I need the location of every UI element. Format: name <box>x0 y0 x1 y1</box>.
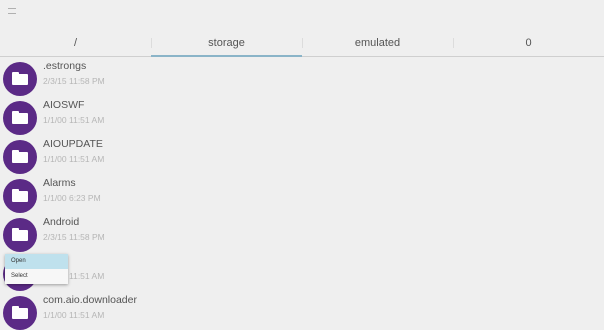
list-item[interactable]: Alarms 1/1/00 6:23 PM <box>0 174 604 213</box>
file-name: AIOUPDATE <box>43 138 103 150</box>
breadcrumb-0[interactable]: 0 <box>453 30 604 56</box>
file-date: 2/3/15 11:58 PM <box>43 76 105 86</box>
folder-icon <box>3 296 37 330</box>
breadcrumb-storage[interactable]: storage <box>151 30 302 57</box>
file-date: 1/1/00 11:51 AM <box>43 154 105 164</box>
breadcrumb-root[interactable]: / <box>0 30 151 56</box>
file-name: .estrongs <box>43 60 87 72</box>
file-date: 1/1/00 6:23 PM <box>43 193 101 203</box>
menu-item-open[interactable]: Open <box>5 254 68 269</box>
context-menu: Open Select <box>5 254 68 284</box>
folder-icon <box>3 140 37 174</box>
folder-icon <box>3 62 37 96</box>
breadcrumb-emulated[interactable]: emulated <box>302 30 453 56</box>
menu-item-select[interactable]: Select <box>5 269 68 284</box>
list-item[interactable]: AIOUPDATE 1/1/00 11:51 AM <box>0 135 604 174</box>
file-date: 1/1/00 11:51 AM <box>43 115 105 125</box>
folder-icon <box>3 101 37 135</box>
file-name: Alarms <box>43 177 76 189</box>
top-bar <box>0 0 604 24</box>
list-item[interactable]: com.aio.downloader 1/1/00 11:51 AM <box>0 291 604 330</box>
folder-icon <box>3 218 37 252</box>
file-name: com.aio.downloader <box>43 294 137 306</box>
file-date: 1/1/00 11:51 AM <box>43 310 105 320</box>
list-item[interactable]: .estrongs 2/3/15 11:58 PM <box>0 57 604 96</box>
menu-icon[interactable] <box>8 8 16 14</box>
file-name: Android <box>43 216 80 228</box>
breadcrumb: / storage emulated 0 <box>0 30 604 57</box>
list-item[interactable]: Android 2/3/15 11:58 PM <box>0 213 604 252</box>
file-name: AIOSWF <box>43 99 85 111</box>
list-item[interactable]: AIOSWF 1/1/00 11:51 AM <box>0 96 604 135</box>
file-list: .estrongs 2/3/15 11:58 PM AIOSWF 1/1/00 … <box>0 57 604 330</box>
folder-icon <box>3 179 37 213</box>
list-item[interactable]: ier 1/1/00 11:51 AM <box>0 252 604 291</box>
file-date: 2/3/15 11:58 PM <box>43 232 105 242</box>
